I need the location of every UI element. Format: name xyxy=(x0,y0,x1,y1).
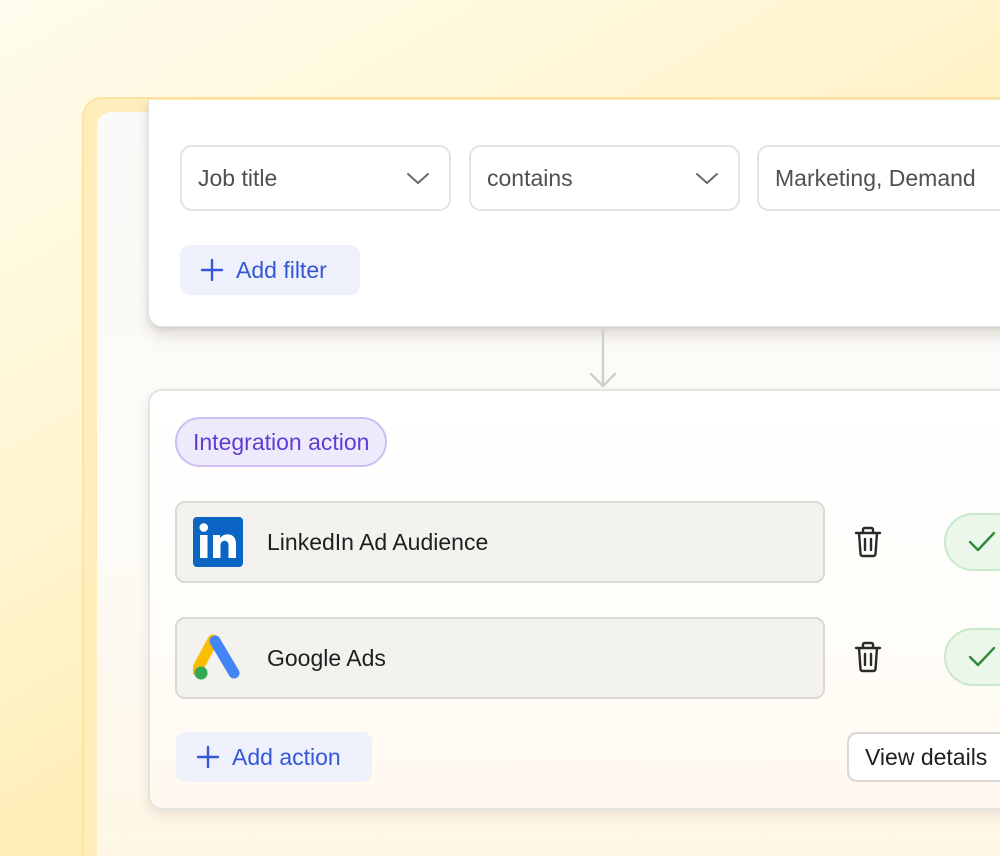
tag-label: Integration action xyxy=(193,428,370,455)
google-ads-enabled-toggle[interactable] xyxy=(944,628,1000,686)
add-action-label: Add action xyxy=(232,743,341,770)
filter-operator-value: contains xyxy=(487,164,573,191)
filter-field-select[interactable]: Job title xyxy=(180,145,451,211)
arrow-down-icon xyxy=(589,327,617,388)
delete-google-ads-button[interactable] xyxy=(852,640,884,674)
integration-action-tag: Integration action xyxy=(175,417,388,467)
integration-row-linkedin[interactable]: LinkedIn Ad Audience xyxy=(175,501,825,583)
delete-linkedin-button[interactable] xyxy=(852,525,884,559)
plus-icon xyxy=(196,745,220,769)
check-icon xyxy=(968,531,996,552)
check-icon xyxy=(968,646,996,667)
integration-name: LinkedIn Ad Audience xyxy=(267,528,489,555)
add-filter-label: Add filter xyxy=(236,256,327,283)
filter-value-input[interactable]: Marketing, Demand xyxy=(757,145,1000,211)
filter-field-value: Job title xyxy=(198,164,278,191)
filter-value-text: Marketing, Demand xyxy=(775,164,976,191)
add-action-button[interactable]: Add action xyxy=(176,732,372,782)
linkedin-enabled-toggle[interactable] xyxy=(944,513,1000,571)
view-details-label: View details xyxy=(865,743,988,770)
integration-name: Google Ads xyxy=(267,644,386,671)
chevron-down-icon xyxy=(696,173,718,184)
filter-operator-select[interactable]: contains xyxy=(469,145,740,211)
linkedin-logo-icon xyxy=(193,517,243,567)
plus-icon xyxy=(200,258,224,282)
integration-row-google-ads[interactable]: Google Ads xyxy=(175,617,825,699)
view-details-button[interactable]: View details xyxy=(847,732,1000,782)
google-ads-logo-icon xyxy=(193,634,240,680)
chevron-down-icon xyxy=(407,173,429,184)
add-filter-button[interactable]: Add filter xyxy=(180,245,360,295)
